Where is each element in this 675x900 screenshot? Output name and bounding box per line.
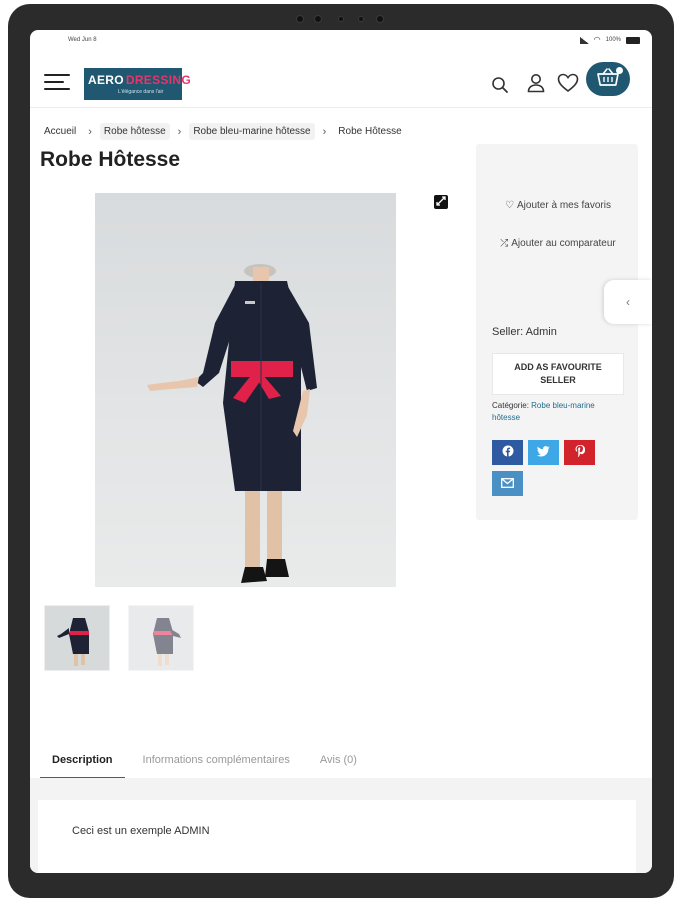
tab-panel: Ceci est un exemple ADMIN <box>38 800 636 873</box>
share-row <box>492 440 624 465</box>
chevron-right-icon: › <box>322 125 327 138</box>
category-label: Catégorie: <box>492 401 529 410</box>
product-sidebar: ♡ Ajouter à mes favoris ⤮ Ajouter au compa… <box>476 144 638 520</box>
cart-button[interactable] <box>586 62 630 96</box>
pinterest-icon <box>575 445 585 460</box>
logo-word-dressing: DRESSING <box>125 72 191 87</box>
add-favorites-label: Ajouter à mes favoris <box>517 200 611 211</box>
product-tabs: Description Informations complémentaires… <box>40 742 640 779</box>
sensor-dot <box>338 16 344 22</box>
product-thumbnail[interactable] <box>128 605 194 671</box>
sensor-dot <box>358 16 364 22</box>
facebook-icon <box>502 445 514 460</box>
add-to-favorites-link[interactable]: ♡ Ajouter à mes favoris <box>492 200 624 211</box>
zoom-icon <box>436 193 446 211</box>
breadcrumb-current: Robe Hôtesse <box>338 126 402 137</box>
twitter-icon <box>537 445 550 460</box>
share-email-button[interactable] <box>492 471 523 496</box>
add-compare-label: Ajouter au comparateur <box>511 238 616 249</box>
breadcrumb-home[interactable]: Accueil <box>40 123 80 140</box>
chevron-right-icon: › <box>177 125 182 138</box>
camera-dot <box>296 15 304 23</box>
status-icons: ◠ 100% <box>579 35 640 44</box>
share-twitter-button[interactable] <box>528 440 559 465</box>
share-row-2 <box>492 471 624 496</box>
battery-icon <box>626 36 640 44</box>
thumbnail-image <box>129 606 193 670</box>
wifi-icon: ◠ <box>593 35 601 44</box>
chevron-left-icon: ‹ <box>626 295 630 309</box>
chevron-right-icon: › <box>88 125 92 138</box>
side-panel-toggle[interactable]: ‹ <box>604 280 652 324</box>
heart-outline-icon: ♡ <box>505 200 515 211</box>
dress-photo-illustration <box>147 264 317 583</box>
product-title: Robe Hôtesse <box>40 148 181 171</box>
breadcrumb-subcategory[interactable]: Robe bleu-marine hôtesse <box>189 123 315 140</box>
share-pinterest-button[interactable] <box>564 440 595 465</box>
wishlist-heart-icon[interactable] <box>557 73 579 93</box>
shuffle-icon: ⤮ <box>500 238 509 249</box>
seller-label: Seller: Admin <box>492 326 557 338</box>
site-logo[interactable]: AERO DRESSING L'élégance dans l'air <box>84 68 191 100</box>
breadcrumb-category[interactable]: Robe hôtesse <box>99 123 170 140</box>
product-thumbnail[interactable] <box>44 605 110 671</box>
site-header: AERO DRESSING L'élégance dans l'air <box>30 58 652 108</box>
logo-tagline: L'élégance dans l'air <box>118 88 164 95</box>
tablet-frame: Wed Jun 8 ◠ 100% AERO DRESSING L'éléganc… <box>8 4 674 898</box>
product-category: Catégorie: Robe bleu-marine hôtesse <box>492 400 624 424</box>
battery-percent: 100% <box>605 37 621 43</box>
status-bar: Wed Jun 8 ◠ 100% <box>30 30 652 50</box>
logo-word-aero: AERO <box>88 72 124 87</box>
breadcrumb: Accueil › Robe hôtesse › Robe bleu-marin… <box>40 123 406 140</box>
camera-lens <box>314 15 322 23</box>
search-icon[interactable] <box>490 75 510 95</box>
signal-icon <box>579 36 589 44</box>
add-favourite-seller-button[interactable]: ADD AS FAVOURITE SELLER <box>492 353 624 395</box>
tab-additional-info[interactable]: Informations complémentaires <box>131 742 302 778</box>
menu-icon[interactable] <box>44 72 70 92</box>
cart-count-badge <box>616 67 623 74</box>
tablet-screen: Wed Jun 8 ◠ 100% AERO DRESSING L'éléganc… <box>30 30 652 873</box>
tab-description[interactable]: Description <box>40 742 125 779</box>
email-icon <box>501 477 514 491</box>
add-to-compare-link[interactable]: ⤮ Ajouter au comparateur <box>492 238 624 249</box>
thumbnail-image <box>45 606 109 670</box>
account-icon[interactable] <box>525 72 545 93</box>
tab-reviews[interactable]: Avis (0) <box>308 742 369 778</box>
description-text: Ceci est un exemple ADMIN <box>72 825 210 837</box>
share-facebook-button[interactable] <box>492 440 523 465</box>
status-date: Wed Jun 8 <box>68 37 97 43</box>
product-main-image[interactable] <box>95 193 396 587</box>
zoom-button[interactable] <box>434 195 448 209</box>
camera-dot <box>376 15 384 23</box>
